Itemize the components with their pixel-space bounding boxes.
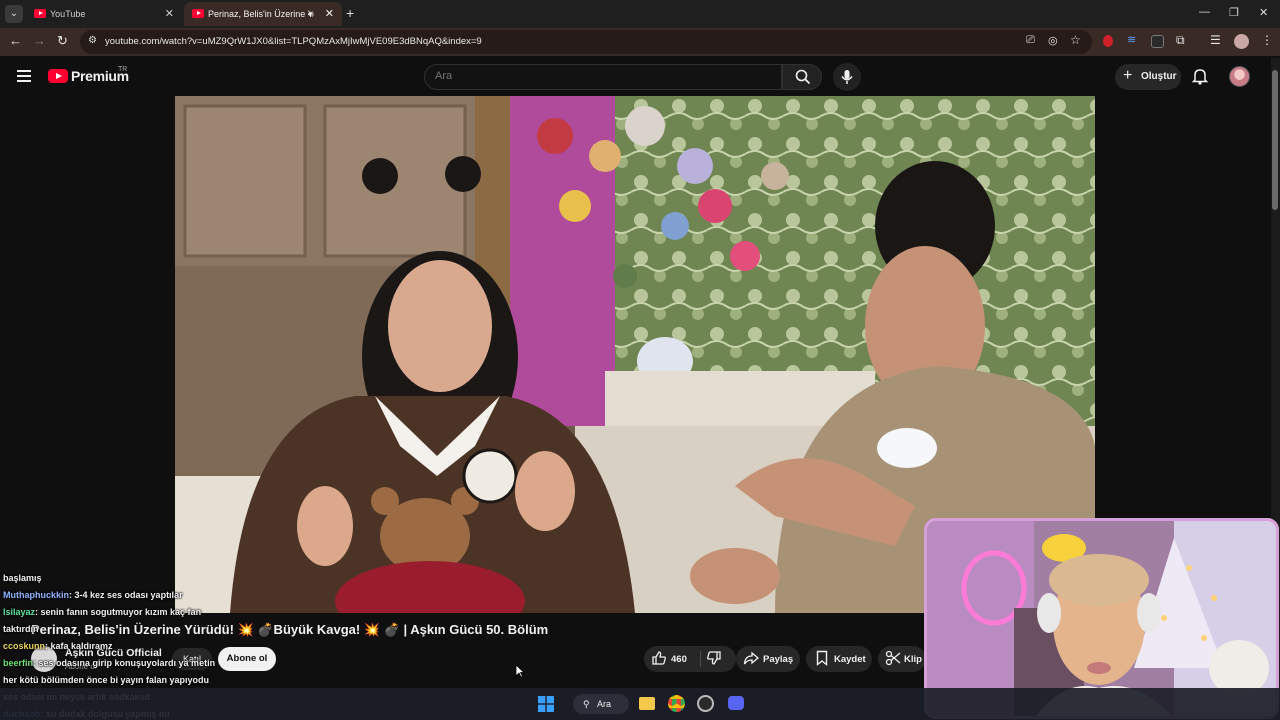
extension-wave-icon[interactable]: ≋ bbox=[1127, 33, 1140, 46]
close-window-icon[interactable]: ✕ bbox=[1259, 6, 1268, 19]
like-divider bbox=[700, 651, 701, 667]
chrome-icon[interactable] bbox=[668, 695, 685, 712]
audio-playing-icon[interactable]: 🔊︎ bbox=[308, 2, 314, 26]
chat-username: Isilayaz bbox=[3, 607, 36, 617]
scrollbar-thumb[interactable] bbox=[1272, 70, 1278, 210]
search-input[interactable] bbox=[435, 70, 735, 82]
tab-close-icon[interactable]: ✕ bbox=[165, 2, 174, 26]
clip-button[interactable]: Klip bbox=[878, 646, 926, 672]
voice-search-button[interactable] bbox=[833, 63, 861, 91]
extension-red-icon[interactable] bbox=[1103, 35, 1113, 47]
reload-icon[interactable]: ↻ bbox=[57, 33, 68, 49]
browser-tabstrip: ⌄ YouTube ✕ Perinaz, Belis'in Üzerine Yü… bbox=[0, 0, 1280, 28]
youtube-favicon-icon bbox=[34, 9, 46, 18]
tab-title: YouTube bbox=[50, 9, 86, 19]
create-label: Oluştur bbox=[1141, 71, 1177, 82]
taskbar-search[interactable]: ⚲ Ara bbox=[573, 694, 629, 714]
search-button[interactable] bbox=[782, 64, 822, 90]
chat-text: her kötü bölümden önce bi yayın falan ya… bbox=[3, 675, 210, 685]
tab-title: Perinaz, Belis'in Üzerine Yürü bbox=[208, 9, 312, 19]
scissors-icon bbox=[885, 650, 901, 666]
share-arrow-icon bbox=[743, 651, 759, 665]
chat-text: : ses odasına girip konuşuyolardı ya met… bbox=[33, 658, 216, 668]
chat-username: beerfin bbox=[3, 658, 34, 668]
browser-navbar: ← → ↻ ⚙︎ youtube.com/watch?v=uMZ9QrW1JX0… bbox=[0, 28, 1280, 56]
bookmark-icon bbox=[816, 650, 828, 666]
bookmark-star-icon[interactable]: ☆ bbox=[1070, 33, 1081, 47]
chat-message: beerfin: ses odasına girip konuşuyolardı… bbox=[3, 655, 233, 672]
taskbar-search-icon: ⚲ bbox=[583, 699, 590, 709]
menu-dots-icon[interactable]: ⋮ bbox=[1261, 33, 1273, 47]
youtube-logo-icon[interactable] bbox=[48, 69, 68, 83]
dislike-icon[interactable] bbox=[706, 650, 722, 666]
discord-icon[interactable] bbox=[728, 696, 744, 710]
taskbar-search-label: Ara bbox=[597, 699, 612, 709]
reading-list-icon[interactable]: ☰ bbox=[1210, 33, 1221, 47]
save-label: Kaydet bbox=[834, 654, 866, 665]
clip-label: Klip bbox=[904, 654, 922, 665]
back-icon[interactable]: ← bbox=[9, 33, 22, 48]
country-code: TR bbox=[118, 66, 128, 73]
address-bar[interactable]: ⚙︎ youtube.com/watch?v=uMZ9QrW1JX0&list=… bbox=[80, 30, 1092, 54]
create-button[interactable]: + Oluştur bbox=[1115, 64, 1181, 90]
cast-icon[interactable]: ⎚ bbox=[1026, 34, 1035, 47]
like-count: 460 bbox=[671, 654, 687, 665]
chat-message: Muthaphuckkin: 3-4 kez ses odası yaptıla… bbox=[3, 587, 233, 604]
screen: ⌄ YouTube ✕ Perinaz, Belis'in Üzerine Yü… bbox=[0, 0, 1280, 720]
tab-close-icon[interactable]: ✕ bbox=[325, 2, 334, 26]
obs-icon[interactable] bbox=[697, 695, 714, 712]
chat-text: : senin fanın sogutmuyor kızım kaç fan bbox=[35, 607, 202, 617]
profile-avatar-icon[interactable] bbox=[1234, 34, 1249, 49]
chat-message: başlamış bbox=[3, 570, 233, 587]
chat-username: ccoskunn bbox=[3, 641, 46, 651]
chat-text: : kafa kaldıramz bbox=[45, 641, 113, 651]
eye-off-icon[interactable]: ◎ bbox=[1048, 34, 1058, 47]
chat-message: her kötü bölümden önce bi yayın falan ya… bbox=[3, 672, 233, 689]
new-tab-button[interactable]: + bbox=[346, 5, 354, 21]
notifications-bell-icon[interactable] bbox=[1192, 67, 1208, 85]
microphone-icon bbox=[841, 70, 853, 84]
chat-message: taktırdın bbox=[3, 621, 233, 638]
restore-icon[interactable]: ❐ bbox=[1229, 6, 1239, 19]
forward-icon[interactable]: → bbox=[33, 33, 46, 48]
windows-taskbar: ⚲ Ara bbox=[0, 688, 1280, 720]
search-icon bbox=[795, 69, 811, 85]
extensions-puzzle-icon[interactable]: ⧉ bbox=[1176, 33, 1185, 48]
url-text: youtube.com/watch?v=uMZ9QrW1JX0&list=TLP… bbox=[105, 36, 482, 47]
like-dislike-bar: 460 bbox=[644, 646, 736, 672]
youtube-header: Premium TR + Oluştur bbox=[0, 56, 1280, 96]
plus-icon: + bbox=[1123, 67, 1133, 84]
chat-message: Isilayaz: senin fanın sogutmuyor kızım k… bbox=[3, 604, 233, 621]
chat-text: başlamış bbox=[3, 573, 42, 583]
chat-username: Muthaphuckkin bbox=[3, 590, 70, 600]
youtube-favicon-icon bbox=[192, 9, 204, 18]
site-info-icon[interactable]: ⚙︎ bbox=[88, 35, 97, 46]
minimize-icon[interactable]: — bbox=[1199, 6, 1210, 18]
chat-text: : 3-4 kez ses odası yaptılar bbox=[69, 590, 183, 600]
tab-youtube[interactable]: YouTube ✕ bbox=[26, 2, 182, 26]
account-avatar[interactable] bbox=[1229, 66, 1250, 87]
chat-message: ccoskunn: kafa kaldıramz bbox=[3, 638, 233, 655]
share-label: Paylaş bbox=[763, 654, 794, 665]
windows-start-icon[interactable] bbox=[538, 696, 554, 712]
extension-box-icon[interactable] bbox=[1151, 35, 1164, 48]
save-button[interactable]: Kaydet bbox=[806, 646, 872, 672]
search-box[interactable] bbox=[424, 64, 782, 90]
hamburger-menu-icon[interactable] bbox=[17, 70, 31, 82]
mouse-cursor-icon bbox=[515, 664, 525, 678]
share-button[interactable]: Paylaş bbox=[736, 646, 800, 672]
chat-text: taktırdın bbox=[3, 624, 39, 634]
file-explorer-icon[interactable] bbox=[639, 697, 655, 710]
tab-search-button[interactable]: ⌄ bbox=[5, 5, 23, 23]
like-icon[interactable] bbox=[651, 650, 667, 666]
tab-video[interactable]: Perinaz, Belis'in Üzerine Yürü 🔊︎ ✕ bbox=[184, 2, 342, 26]
